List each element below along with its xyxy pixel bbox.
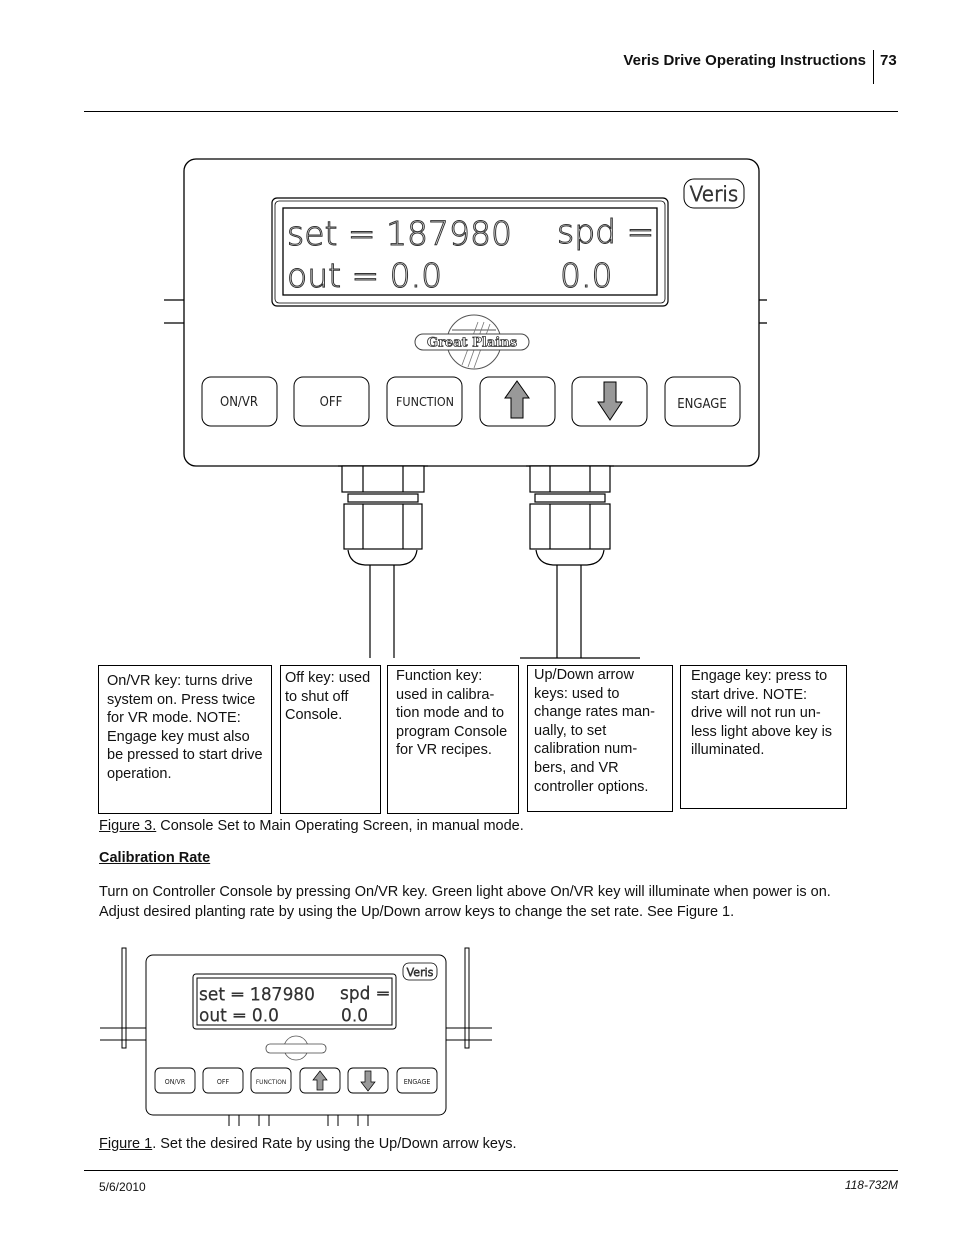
fig1-lcd-line1-right: spd =	[340, 984, 390, 1004]
fig1-lcd-line1-left: set = 187980	[199, 985, 315, 1005]
section-paragraph: Turn on Controller Console by pressing O…	[99, 884, 831, 920]
fig1-lcd-line2-left: out = 0.0	[199, 1006, 279, 1026]
callout-on-vr-key: On/VR key: turns drive system on. Press …	[98, 665, 272, 814]
key-off[interactable]: OFF	[293, 376, 370, 427]
key-on-vr[interactable]: ON/VR	[201, 376, 278, 427]
lcd-line2-left: out = 0.0	[287, 256, 442, 295]
footer-rule	[84, 1170, 898, 1171]
footer-doc-number: 118-732M	[844, 1178, 898, 1192]
key-up-arrow[interactable]	[479, 376, 556, 427]
callout-off-key: Off key: used to shut off Console.	[280, 665, 381, 814]
svg-text:FUNCTION: FUNCTION	[396, 395, 454, 409]
veris-badge-text: Veris	[690, 182, 739, 206]
logo-text: Great Plains	[427, 336, 517, 351]
cable-gland-right	[520, 465, 640, 659]
key-engage[interactable]: ENGAGE	[664, 376, 741, 427]
figure-3-console-drawing: Veris set = 187980 spd = out = 0.0 0.0 G…	[164, 158, 767, 659]
figure-1-caption: Figure 1. Set the desired Rate by using …	[99, 1136, 517, 1152]
callout-function-key: Function key: used in calibra-tion mode …	[387, 665, 519, 814]
mount-bracket-right	[759, 299, 767, 324]
key-function[interactable]: FUNCTION	[386, 376, 463, 427]
svg-text:ON/VR: ON/VR	[165, 1078, 186, 1086]
callout-arrow-keys: Up/Down arrow keys: used to change rates…	[527, 665, 673, 812]
figure-1-console-drawing: Veris set = 187980 spd = out = 0.0 0.0 O…	[100, 947, 492, 1126]
svg-text:OFF: OFF	[320, 395, 343, 410]
svg-text:ON/VR: ON/VR	[220, 395, 258, 410]
figure-3-caption: Figure 3. Console Set to Main Operating …	[99, 818, 524, 834]
footer-date: 5/6/2010	[99, 1180, 146, 1194]
lcd-line2-right: 0.0	[560, 256, 612, 295]
cable-gland-left	[338, 465, 428, 658]
mount-bracket-left	[164, 299, 184, 324]
key-down-arrow[interactable]	[571, 376, 648, 427]
svg-text:ENGAGE: ENGAGE	[404, 1078, 431, 1086]
figure-1-ref: Figure 1	[99, 1136, 153, 1152]
lcd-line1-left: set = 187980	[287, 214, 512, 253]
svg-text:ENGAGE: ENGAGE	[677, 397, 726, 412]
figure-3-ref: Figure 3.	[99, 818, 157, 834]
figure-3-caption-text: Console Set to Main Operating Screen, in…	[156, 818, 524, 834]
callout-engage-key: Engage key: press to start drive. NOTE: …	[680, 665, 847, 809]
svg-text:FUNCTION: FUNCTION	[256, 1078, 286, 1086]
section-title: Calibration Rate	[99, 850, 211, 866]
svg-text:OFF: OFF	[217, 1078, 230, 1086]
lcd-line1-right: spd =	[557, 212, 654, 251]
figure-1-caption-text: . Set the desired Rate by using the Up/D…	[152, 1136, 517, 1152]
fig1-lcd-line2-right: 0.0	[341, 1006, 368, 1026]
fig1-veris-badge: Veris	[407, 966, 434, 979]
